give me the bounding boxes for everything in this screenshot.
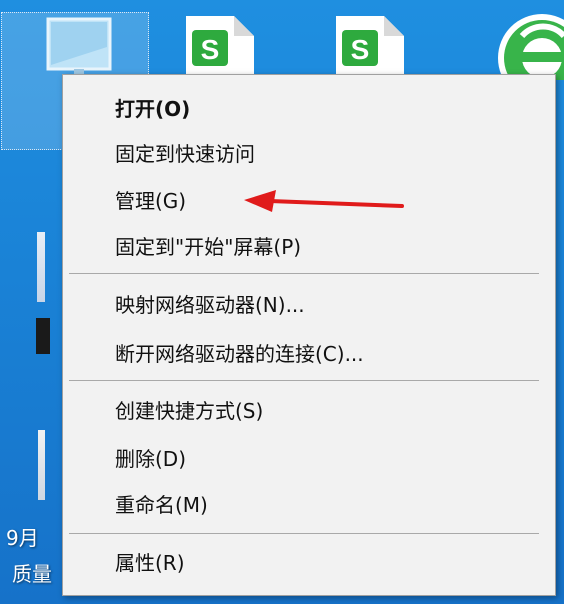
browser-icon[interactable] bbox=[488, 14, 564, 80]
menu-item-delete[interactable]: 删除(D) bbox=[115, 437, 186, 481]
desktop-icon-fragment bbox=[36, 318, 50, 354]
desktop-icon-label[interactable]: 9月 bbox=[6, 522, 39, 551]
menu-item-pin-to-start[interactable]: 固定到"开始"屏幕(P) bbox=[115, 225, 301, 269]
menu-item-pin-to-quick-access[interactable]: 固定到快速访问 bbox=[115, 132, 255, 176]
menu-item-map-network-drive[interactable]: 映射网络驱动器(N)... bbox=[115, 283, 305, 327]
desktop: S S 9月 质量 打开(O) 固定到快速访问 管理(G) 固定到"开始"屏幕(… bbox=[0, 0, 564, 604]
menu-item-properties[interactable]: 属性(R) bbox=[115, 541, 185, 585]
menu-item-manage[interactable]: 管理(G) bbox=[115, 179, 186, 223]
menu-item-disconnect-network-drive[interactable]: 断开网络驱动器的连接(C)... bbox=[115, 332, 364, 376]
menu-separator bbox=[69, 273, 539, 274]
wps-doc-icon[interactable]: S bbox=[180, 16, 260, 78]
menu-item-create-shortcut[interactable]: 创建快捷方式(S) bbox=[115, 389, 263, 433]
menu-separator bbox=[69, 380, 539, 381]
menu-item-open[interactable]: 打开(O) bbox=[115, 87, 190, 131]
context-menu: 打开(O) 固定到快速访问 管理(G) 固定到"开始"屏幕(P) 映射网络驱动器… bbox=[62, 74, 556, 596]
desktop-icon-fragment bbox=[37, 232, 45, 302]
desktop-icon-label[interactable]: 质量 bbox=[12, 558, 52, 587]
computer-monitor-icon bbox=[46, 17, 112, 75]
svg-text:S: S bbox=[201, 34, 220, 65]
red-arrow-annotation bbox=[244, 190, 404, 212]
menu-item-rename[interactable]: 重命名(M) bbox=[115, 483, 208, 527]
menu-separator bbox=[69, 533, 539, 534]
desktop-icon-fragment bbox=[38, 430, 45, 500]
svg-text:S: S bbox=[351, 34, 370, 65]
wps-doc-icon[interactable]: S bbox=[330, 16, 410, 78]
